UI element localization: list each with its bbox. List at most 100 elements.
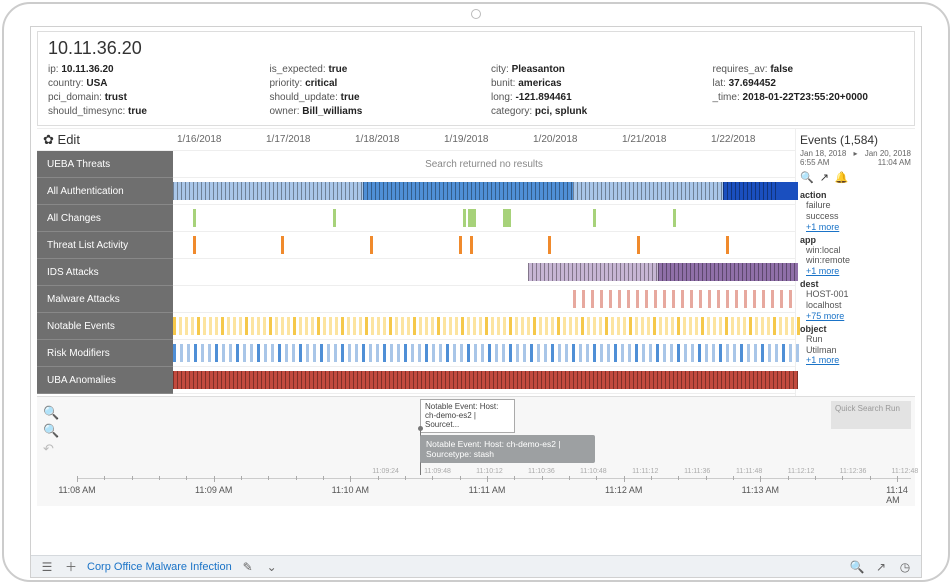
data-bar [670, 344, 673, 362]
lane-label[interactable]: All Changes [37, 205, 173, 232]
data-bar [320, 344, 323, 362]
data-bar [521, 317, 524, 335]
bell-icon[interactable]: 🔔 [835, 171, 849, 184]
data-bar [719, 344, 722, 362]
quick-search-card[interactable]: Quick Search Run [831, 401, 911, 429]
facet-value[interactable]: HOST-001 [800, 289, 911, 300]
ruler-minor-label: 11:09:48 [424, 468, 451, 475]
data-bar [699, 290, 702, 308]
facet-value[interactable]: win:remote [800, 255, 911, 266]
open-icon[interactable]: ↗ [820, 171, 829, 184]
facet-value[interactable]: Utilman [800, 345, 911, 356]
no-results-message: Search returned no results [173, 151, 795, 178]
data-bar [389, 317, 392, 335]
chevron-down-icon[interactable]: ⌄ [264, 560, 280, 574]
data-bar [649, 344, 652, 362]
info-field-priority: priority: critical [270, 77, 462, 91]
data-bar [773, 317, 776, 335]
lane-label[interactable]: Threat List Activity [37, 232, 173, 259]
edit-pencil-icon[interactable]: ✎ [240, 560, 256, 574]
data-bar [355, 344, 358, 362]
facet-value[interactable]: Run [800, 334, 911, 345]
data-bar [233, 317, 236, 335]
data-bar [395, 317, 398, 335]
facet-object: objectRunUtilman+1 more [800, 324, 911, 366]
date-tick: 1/20/2018 [533, 134, 578, 145]
search-icon[interactable]: 🔍 [800, 171, 814, 184]
lane-label[interactable]: Notable Events [37, 313, 173, 340]
lane-label[interactable]: Malware Attacks [37, 286, 173, 313]
data-segment [173, 371, 798, 389]
data-bar [735, 290, 738, 308]
data-bar [673, 209, 676, 227]
add-icon[interactable]: ＋ [63, 558, 79, 575]
facet-more-link[interactable]: +1 more [800, 222, 911, 232]
data-bar [544, 344, 547, 362]
info-field-pci_domain: pci_domain: trust [48, 91, 240, 105]
data-bar [383, 317, 386, 335]
lane-label[interactable]: All Authentication [37, 178, 173, 205]
facet-more-link[interactable]: +1 more [800, 355, 911, 365]
time-ruler[interactable]: 11:08 AM11:09 AM11:10 AM11:11 AM11:12 AM… [77, 478, 911, 502]
lane-label[interactable]: UEBA Threats [37, 151, 173, 178]
swimlane[interactable] [173, 367, 795, 394]
lane-label[interactable]: IDS Attacks [37, 259, 173, 286]
data-segment [723, 182, 778, 200]
zoom-in-icon[interactable]: 🔍 [43, 405, 61, 423]
search-icon[interactable]: 🔍 [849, 560, 865, 574]
data-bar [663, 290, 666, 308]
facet-value[interactable]: failure [800, 200, 911, 211]
swimlane[interactable] [173, 286, 795, 313]
lane-label[interactable]: UBA Anomalies [37, 367, 173, 394]
data-bar [782, 344, 785, 362]
swimlane[interactable] [173, 178, 795, 205]
ruler-major-label: 11:13 AM [742, 485, 779, 495]
swimlane[interactable] [173, 259, 795, 286]
data-bar [691, 344, 694, 362]
facet-more-link[interactable]: +1 more [800, 266, 911, 276]
clock-icon[interactable]: ◷ [897, 560, 913, 574]
swimlane[interactable] [173, 205, 795, 232]
data-bar [635, 344, 638, 362]
zoom-out-icon[interactable]: 🔍 [43, 423, 61, 441]
facet-name: object [800, 324, 911, 334]
data-bar [701, 317, 704, 335]
facet-value[interactable]: success [800, 211, 911, 222]
data-bar [335, 317, 338, 335]
facet-more-link[interactable]: +75 more [800, 311, 911, 321]
data-bar [713, 317, 716, 335]
data-bar [419, 317, 422, 335]
undo-icon[interactable]: ↶ [43, 441, 61, 459]
facet-value[interactable]: localhost [800, 300, 911, 311]
data-bar [548, 236, 551, 254]
data-bar [731, 317, 734, 335]
event-detail-card[interactable]: Notable Event: Host: ch-demo-es2 | Sourc… [420, 435, 595, 463]
data-bar [203, 317, 206, 335]
ruler-major-label: 11:10 AM [332, 485, 369, 495]
data-bar [565, 344, 568, 362]
data-bar [627, 290, 630, 308]
investigation-timeline[interactable]: 🔍 🔍 ↶ Notable Event: Host: ch-demo-es2 |… [37, 396, 915, 506]
data-bar [474, 344, 477, 362]
share-icon[interactable]: ↗ [873, 560, 889, 574]
data-bar [209, 317, 212, 335]
lane-label[interactable]: Risk Modifiers [37, 340, 173, 367]
data-bar [333, 209, 336, 227]
list-icon[interactable]: ☰ [39, 560, 55, 574]
data-bar [317, 317, 320, 335]
edit-button[interactable]: ✿ Edit [37, 129, 173, 151]
data-bar [609, 290, 612, 308]
swimlane[interactable]: Search returned no results [173, 151, 795, 178]
data-bar [495, 344, 498, 362]
investigation-title[interactable]: Corp Office Malware Infection [87, 561, 232, 573]
swimlane[interactable] [173, 340, 795, 367]
swimlane[interactable] [173, 232, 795, 259]
facet-value[interactable]: win:local [800, 245, 911, 256]
swimlane[interactable] [173, 313, 795, 340]
data-bar [755, 317, 758, 335]
facet-app: appwin:localwin:remote+1 more [800, 235, 911, 277]
data-bar [586, 344, 589, 362]
data-bar [370, 236, 373, 254]
data-bar [725, 317, 728, 335]
date-tick: 1/18/2018 [355, 134, 400, 145]
